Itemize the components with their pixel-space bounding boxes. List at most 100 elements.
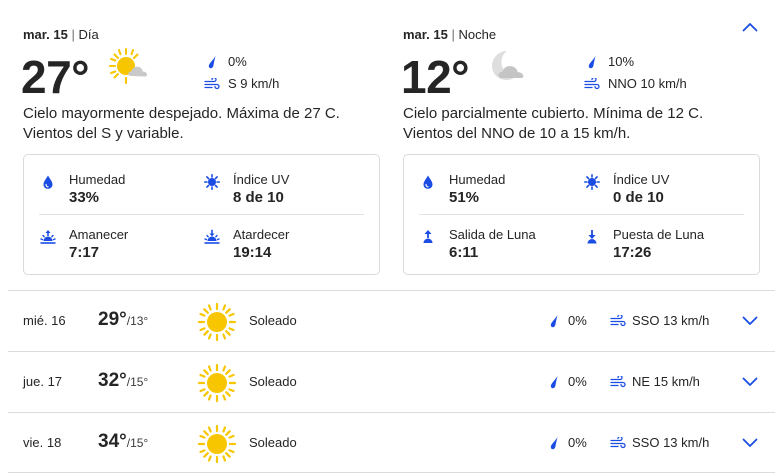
day-humidity-label: Humedad xyxy=(69,172,126,187)
forecast-low: /15° xyxy=(126,375,149,389)
forecast-precip: 0% xyxy=(546,435,587,450)
night-precip-value: 10% xyxy=(608,54,635,69)
day-date: mar. 15 xyxy=(23,27,68,42)
day-uv-value: 8 de 10 xyxy=(233,189,284,206)
chevron-down-icon xyxy=(742,377,758,387)
forecast-high: 32° xyxy=(98,370,127,391)
rain-drop-icon xyxy=(546,375,562,389)
night-moonset-value: 17:26 xyxy=(613,244,652,261)
night-period: Noche xyxy=(458,27,497,42)
forecast-row[interactable]: mié. 16 29°/13° Soleado 0% SSO 13 km/h xyxy=(8,290,775,351)
card-divider xyxy=(419,214,744,215)
night-column: mar. 15 | Noche 12° 10% NNO 10 km/h Ciel… xyxy=(401,0,783,290)
sun-icon xyxy=(197,363,237,403)
forecast-low: /15° xyxy=(126,436,149,450)
detail-section: mar. 15 | Día 27° 0% S 9 km/h Cielo mayo… xyxy=(0,0,783,290)
chevron-up-icon xyxy=(742,23,758,32)
day-humidity-value: 33% xyxy=(69,189,100,206)
day-sunset-value: 19:14 xyxy=(233,244,272,261)
forecast-wind: SSO 13 km/h xyxy=(610,313,709,328)
forecast-row[interactable]: jue. 17 32°/15° Soleado 0% NE 15 km/h xyxy=(8,351,775,412)
expand-button[interactable] xyxy=(740,311,760,331)
moonrise-icon xyxy=(423,230,433,243)
night-moonset: Puesta de Luna 17:26 xyxy=(584,227,744,267)
forecast-high: 29° xyxy=(98,309,127,330)
day-column: mar. 15 | Día 27° 0% S 9 km/h Cielo mayo… xyxy=(21,0,403,290)
day-period: Día xyxy=(78,27,99,42)
forecast-date: mié. 16 xyxy=(23,313,66,328)
forecast-date: jue. 17 xyxy=(23,374,63,389)
night-moonset-label: Puesta de Luna xyxy=(613,227,705,242)
night-humidity: Humedad 51% xyxy=(420,172,580,212)
night-header: mar. 15 | Noche xyxy=(403,27,496,42)
rain-drop-icon xyxy=(546,314,562,328)
sun-cloud-icon xyxy=(109,48,147,84)
day-details-card: Humedad 33% Índice UV 8 de 10 Amanecer 7… xyxy=(23,154,380,275)
expand-button[interactable] xyxy=(740,433,760,453)
night-humidity-value: 51% xyxy=(449,189,480,206)
day-uv-index: Índice UV 8 de 10 xyxy=(204,172,364,212)
night-uv-value: 0 de 10 xyxy=(613,189,664,206)
forecast-condition: Soleado xyxy=(249,435,297,450)
forecast-wind-value: SSO 13 km/h xyxy=(632,435,710,450)
rain-drop-icon xyxy=(583,55,601,69)
forecast-date: vie. 18 xyxy=(23,435,62,450)
sunset-icon xyxy=(204,229,220,244)
day-sunset: Atardecer 19:14 xyxy=(204,227,364,267)
night-moonrise-value: 6:11 xyxy=(449,244,479,261)
sunrise-icon xyxy=(40,230,56,244)
forecast-precip-value: 0% xyxy=(568,313,587,328)
night-wind-value: NNO 10 km/h xyxy=(608,76,687,91)
day-humidity: Humedad 33% xyxy=(40,172,200,212)
night-date: mar. 15 xyxy=(403,27,448,42)
wind-icon xyxy=(610,375,626,389)
day-precip: 0% xyxy=(203,54,247,69)
night-humidity-label: Humedad xyxy=(449,172,506,187)
forecast-condition: Soleado xyxy=(249,374,297,389)
day-header: mar. 15 | Día xyxy=(23,27,99,42)
uv-icon xyxy=(204,174,220,190)
night-description: Cielo parcialmente cubierto. Mínima de 1… xyxy=(403,105,704,142)
collapse-button[interactable] xyxy=(740,17,760,37)
forecast-temps: 34°/15° xyxy=(98,431,148,453)
forecast-high: 34° xyxy=(98,431,127,452)
expand-button[interactable] xyxy=(740,372,760,392)
day-sunrise-label: Amanecer xyxy=(69,227,129,242)
forecast-precip-value: 0% xyxy=(568,435,587,450)
card-divider xyxy=(39,214,364,215)
night-temperature: 12° xyxy=(401,51,470,103)
forecast-precip: 0% xyxy=(546,374,587,389)
forecast-condition: Soleado xyxy=(249,313,297,328)
chevron-down-icon xyxy=(742,316,758,326)
day-wind: S 9 km/h xyxy=(203,76,279,91)
night-moonrise-label: Salida de Luna xyxy=(449,227,536,242)
day-temperature: 27° xyxy=(21,51,90,103)
night-precip: 10% xyxy=(583,54,634,69)
forecast-row[interactable]: vie. 18 34°/15° Soleado 0% SSO 13 km/h xyxy=(8,412,775,473)
chevron-down-icon xyxy=(742,438,758,448)
humidity-icon xyxy=(43,175,53,189)
night-wind: NNO 10 km/h xyxy=(583,76,687,91)
day-separator: | xyxy=(71,27,75,42)
day-precip-value: 0% xyxy=(228,54,247,69)
moon-cloud-icon xyxy=(492,51,524,80)
rain-drop-icon xyxy=(546,436,562,450)
forecast-precip-value: 0% xyxy=(568,374,587,389)
wind-icon xyxy=(610,436,626,450)
humidity-icon xyxy=(423,175,433,189)
night-moonrise: Salida de Luna 6:11 xyxy=(420,227,580,267)
forecast-wind-value: NE 15 km/h xyxy=(632,374,700,389)
day-sunrise-value: 7:17 xyxy=(69,244,100,261)
forecast-temps: 29°/13° xyxy=(98,309,148,331)
day-sunset-label: Atardecer xyxy=(233,227,290,242)
day-wind-value: S 9 km/h xyxy=(228,76,280,91)
night-separator: | xyxy=(451,27,455,42)
sun-icon xyxy=(197,302,237,342)
uv-icon xyxy=(584,174,600,190)
forecast-temps: 32°/15° xyxy=(98,370,148,392)
forecast-precip: 0% xyxy=(546,313,587,328)
day-uv-label: Índice UV xyxy=(233,172,290,187)
night-details-card: Humedad 51% Índice UV 0 de 10 Salida de … xyxy=(403,154,760,275)
forecast-wind: NE 15 km/h xyxy=(610,374,700,389)
wind-icon xyxy=(583,77,601,91)
